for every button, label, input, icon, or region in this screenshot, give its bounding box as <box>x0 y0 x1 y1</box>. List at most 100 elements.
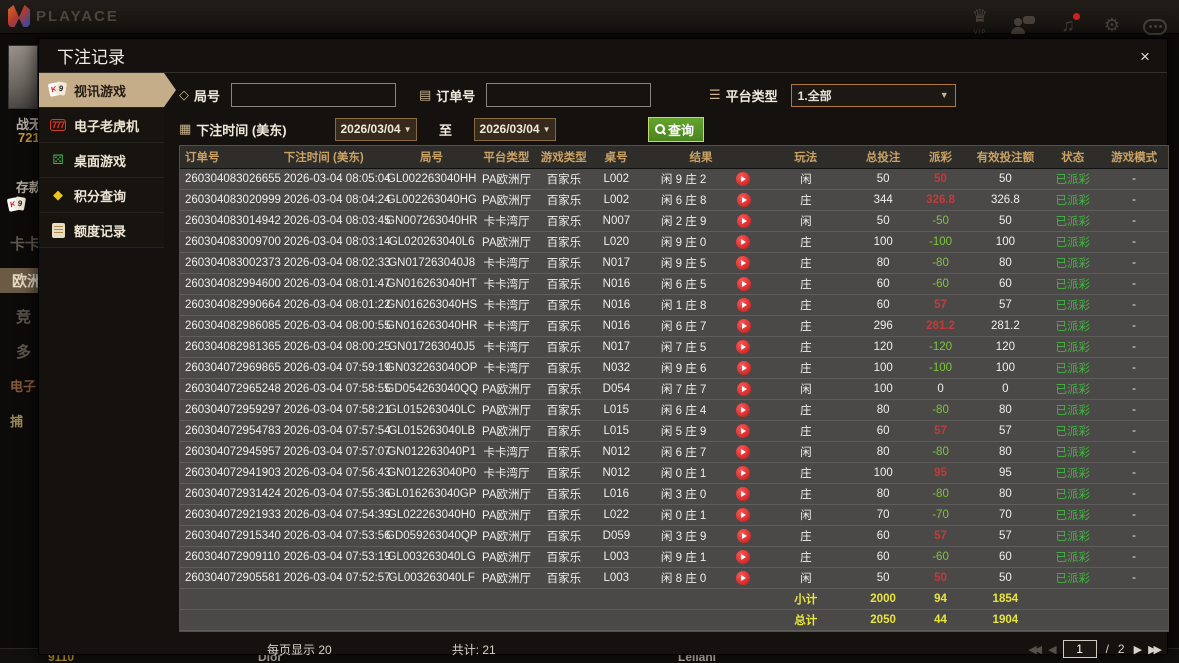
first-page-icon[interactable]: ◀◀ <box>1028 643 1042 656</box>
cell-play-type: 庄 <box>800 342 812 354</box>
bet-records-table: 订单号 下注时间 (美东) 局号 平台类型 游戏类型 桌号 结果 玩法 总投注 … <box>179 145 1169 632</box>
customer-support-icon[interactable] <box>1011 14 1037 36</box>
cell-table-no: N016 <box>602 299 631 311</box>
replay-play-icon[interactable] <box>736 550 751 564</box>
cell-order-no: 260304072959297 <box>185 404 281 416</box>
cell-game-no: GN016263040HS <box>386 299 478 311</box>
cell-play-type: 闲 <box>800 573 812 585</box>
cell-total-bet: 100 <box>873 383 893 395</box>
replay-play-icon[interactable] <box>736 508 751 522</box>
replay-play-icon[interactable] <box>736 277 751 291</box>
cell-platform-type: 卡卡湾厅 <box>483 216 530 228</box>
cell-result: 闲 0 庄 1 <box>660 468 707 480</box>
replay-play-icon[interactable] <box>736 298 751 312</box>
date-to-select[interactable]: 2026/03/04 ▼ <box>474 117 557 141</box>
chevron-down-icon: ▼ <box>403 124 412 134</box>
replay-play-icon[interactable] <box>736 487 751 501</box>
cell-play-type: 闲 <box>800 174 812 186</box>
subtotal-payout: 94 <box>934 593 947 605</box>
table-row: 260304072915340 2026-03-04 07:53:56 GD0592… <box>180 526 1168 547</box>
replay-play-icon[interactable] <box>736 361 751 375</box>
replay-play-icon[interactable] <box>736 214 751 228</box>
replay-play-icon[interactable] <box>736 319 751 333</box>
game-no-input[interactable] <box>231 83 397 107</box>
cell-order-no: 260304072915340 <box>185 530 281 542</box>
document-icon <box>49 221 67 239</box>
cell-order-no: 260304083026655 <box>185 173 281 185</box>
cell-game-mode: - <box>1132 404 1137 416</box>
status-badge: 已派彩 <box>1055 258 1090 270</box>
cell-bet-time: 2026-03-04 07:58:55 <box>283 383 391 395</box>
nav-fragment-dianzi[interactable]: 电子 <box>10 376 36 395</box>
sidebar-item-table-games[interactable]: ⚄ 桌面游戏 <box>39 143 164 178</box>
query-button[interactable]: 查询 <box>648 116 705 142</box>
cell-order-no: 260304072905581 <box>185 572 281 584</box>
diamond-icon: ◆ <box>53 187 63 202</box>
date-from-select[interactable]: 2026/03/04 ▼ <box>335 117 417 141</box>
per-page-label: 每页显示 20 <box>267 642 332 657</box>
bet-records-dialog: 下注记录 × K9 视讯游戏 777 电子老虎机 ⚄ 桌面游戏 ◆ 积分查询 额… <box>38 38 1169 658</box>
replay-play-icon[interactable] <box>736 340 751 354</box>
video-games-icon: K9 <box>6 196 30 216</box>
sidebar-item-slots[interactable]: 777 电子老虎机 <box>39 108 164 143</box>
cell-result: 闲 3 庄 9 <box>661 531 707 543</box>
cell-play-type: 闲 <box>800 384 812 396</box>
last-page-icon[interactable]: ▶▶ <box>1148 643 1162 656</box>
replay-play-icon[interactable] <box>736 424 751 438</box>
cell-game-type: 百家乐 <box>546 279 582 291</box>
total-pages-label: 2 <box>1117 642 1125 656</box>
cell-valid-bet: 80 <box>998 404 1012 416</box>
cell-total-bet: 100 <box>873 467 893 479</box>
chat-icon[interactable] <box>1143 15 1169 35</box>
close-icon[interactable]: × <box>1135 47 1155 67</box>
music-icon[interactable]: ♫ <box>1055 12 1081 37</box>
subtotal-bet: 2000 <box>870 593 896 605</box>
cell-platform-type: 卡卡湾厅 <box>483 300 530 312</box>
cell-bet-time: 2026-03-04 07:57:54 <box>283 425 391 437</box>
nav-fragment-kaka[interactable]: 卡卡 <box>10 233 40 254</box>
table-row: 260304083014942 2026-03-04 08:03:45 GN0072… <box>180 211 1168 232</box>
sidebar-item-points-query[interactable]: ◆ 积分查询 <box>39 178 164 213</box>
cell-table-no: N007 <box>602 215 631 227</box>
cell-game-mode: - <box>1132 341 1137 353</box>
cell-table-no: L015 <box>603 404 630 416</box>
table-row: 260304072909110 2026-03-04 07:53:19 GL0032… <box>180 547 1168 568</box>
replay-play-icon[interactable] <box>736 571 751 585</box>
table-row: 260304072954783 2026-03-04 07:57:54 GL0152… <box>180 421 1168 442</box>
replay-play-icon[interactable] <box>736 256 751 270</box>
page-number-input[interactable] <box>1062 640 1097 658</box>
settings-gear-icon[interactable]: ⚙ <box>1099 13 1125 37</box>
cell-order-no: 260304072945957 <box>185 446 281 458</box>
platform-type-select[interactable]: 1.全部 ▼ <box>790 83 956 107</box>
search-icon <box>655 124 666 134</box>
cell-game-type: 百家乐 <box>546 363 582 375</box>
prev-page-icon[interactable]: ◀ <box>1048 643 1057 656</box>
user-avatar[interactable] <box>8 45 38 109</box>
status-badge: 已派彩 <box>1055 552 1090 564</box>
cell-valid-bet: 281.2 <box>990 320 1020 332</box>
cell-bet-time: 2026-03-04 07:56:43 <box>283 467 391 479</box>
cell-platform-type: PA欧洲厅 <box>482 552 531 564</box>
replay-play-icon[interactable] <box>736 529 751 543</box>
nav-fragment-duo[interactable]: 多 <box>16 341 31 362</box>
replay-play-icon[interactable] <box>736 466 751 480</box>
tag-icon: ◇ <box>179 87 189 102</box>
nav-fragment-bu[interactable]: 捕 <box>10 411 23 430</box>
nav-fragment-jing[interactable]: 竞 <box>16 306 31 327</box>
dialog-sidebar: K9 视讯游戏 777 电子老虎机 ⚄ 桌面游戏 ◆ 积分查询 额度记录 <box>39 73 176 655</box>
sidebar-item-video-games[interactable]: K9 视讯游戏 <box>39 73 176 108</box>
cell-payout: 57 <box>934 530 947 542</box>
cell-payout: 0 <box>937 383 944 395</box>
replay-play-icon[interactable] <box>736 403 751 417</box>
cell-result: 闲 9 庄 1 <box>660 552 707 564</box>
replay-play-icon[interactable] <box>736 382 751 396</box>
replay-play-icon[interactable] <box>736 445 751 459</box>
next-page-icon[interactable]: ▶ <box>1134 643 1143 656</box>
cell-game-mode: - <box>1132 236 1137 248</box>
table-row: 260304072931424 2026-03-04 07:55:36 GL0162… <box>180 484 1168 505</box>
replay-play-icon[interactable] <box>736 172 751 186</box>
replay-play-icon[interactable] <box>736 193 751 207</box>
replay-play-icon[interactable] <box>736 235 751 249</box>
order-no-input[interactable] <box>486 83 652 107</box>
sidebar-item-quota-records[interactable]: 额度记录 <box>39 213 164 248</box>
